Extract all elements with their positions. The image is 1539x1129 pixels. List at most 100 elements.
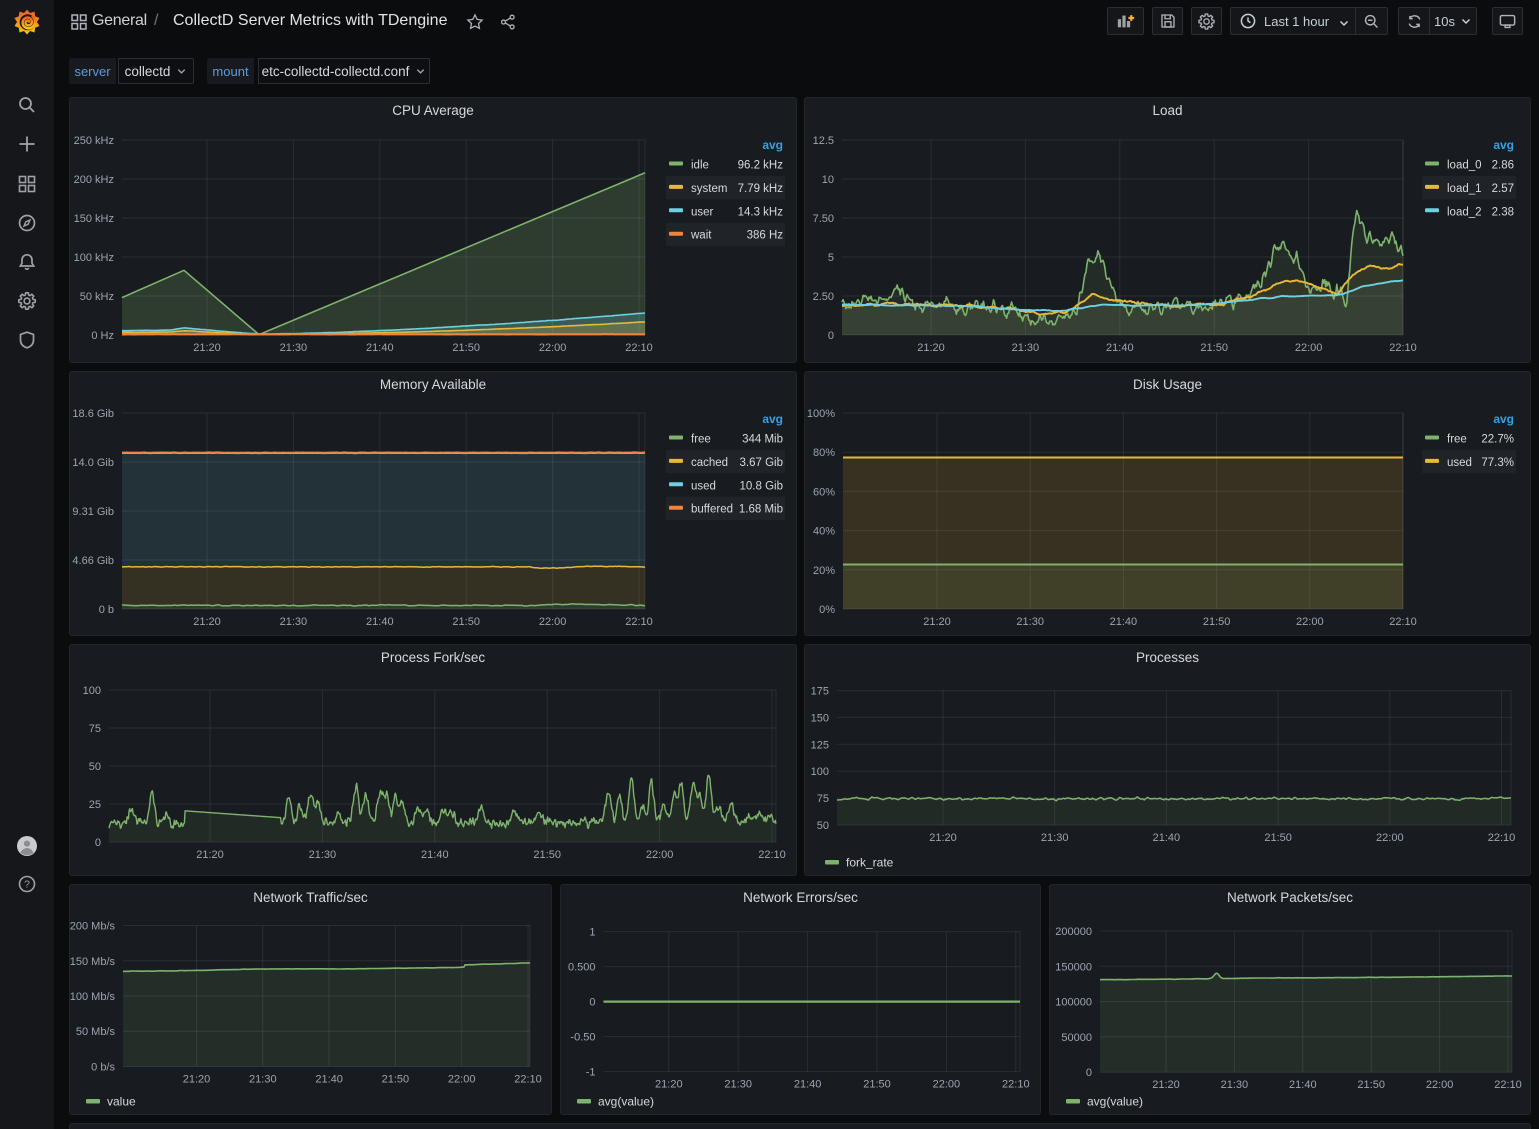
svg-text:21:50: 21:50 (382, 1074, 410, 1086)
svg-text:buffered: buffered (691, 504, 733, 516)
svg-text:0%: 0% (819, 604, 835, 616)
svg-text:200 kHz: 200 kHz (74, 174, 114, 186)
svg-text:cached: cached (691, 457, 728, 469)
svg-text:18.6 Gib: 18.6 Gib (72, 408, 114, 420)
svg-text:21:40: 21:40 (366, 342, 394, 354)
svg-text:avg: avg (1493, 412, 1514, 426)
svg-text:load_2: load_2 (1447, 206, 1482, 218)
svg-text:21:40: 21:40 (1153, 832, 1181, 844)
svg-text:0: 0 (95, 837, 101, 849)
svg-text:22:00: 22:00 (448, 1074, 476, 1086)
svg-text:50 kHz: 50 kHz (80, 291, 114, 303)
svg-text:21:30: 21:30 (309, 849, 337, 861)
svg-text:21:40: 21:40 (315, 1074, 343, 1086)
svg-text:22:10: 22:10 (1389, 342, 1417, 354)
svg-text:22:10: 22:10 (1002, 1079, 1030, 1091)
svg-text:21:50: 21:50 (1200, 342, 1228, 354)
svg-text:21:50: 21:50 (1357, 1079, 1385, 1091)
svg-text:75: 75 (817, 793, 829, 805)
svg-text:100000: 100000 (1055, 997, 1092, 1009)
svg-text:21:40: 21:40 (366, 616, 394, 628)
svg-text:96.2 kHz: 96.2 kHz (738, 160, 784, 172)
svg-text:2.50: 2.50 (813, 291, 834, 303)
svg-text:14.3 kHz: 14.3 kHz (738, 206, 784, 218)
svg-text:100: 100 (811, 766, 829, 778)
svg-text:5: 5 (828, 252, 834, 264)
svg-text:200 Mb/s: 200 Mb/s (70, 921, 115, 933)
svg-text:100 kHz: 100 kHz (74, 252, 114, 264)
svg-text:22:00: 22:00 (539, 342, 567, 354)
svg-text:100%: 100% (807, 408, 835, 420)
svg-text:22.7%: 22.7% (1481, 434, 1514, 446)
svg-text:avg: avg (762, 138, 783, 152)
svg-text:50000: 50000 (1061, 1032, 1092, 1044)
svg-text:22:00: 22:00 (1295, 342, 1323, 354)
svg-text:50: 50 (89, 761, 101, 773)
svg-text:21:50: 21:50 (863, 1079, 891, 1091)
svg-text:wait: wait (690, 230, 712, 242)
svg-text:150 Mb/s: 150 Mb/s (70, 956, 115, 968)
svg-text:175: 175 (811, 686, 829, 698)
svg-text:21:30: 21:30 (280, 342, 308, 354)
svg-text:125: 125 (811, 739, 829, 751)
svg-text:21:20: 21:20 (183, 1074, 211, 1086)
svg-text:22:00: 22:00 (933, 1079, 961, 1091)
svg-text:12.5: 12.5 (813, 135, 834, 147)
svg-text:21:40: 21:40 (1106, 342, 1134, 354)
svg-text:0: 0 (589, 997, 595, 1009)
svg-text:344 Mib: 344 Mib (742, 434, 783, 446)
svg-text:2.38: 2.38 (1492, 206, 1514, 218)
svg-text:21:30: 21:30 (724, 1079, 752, 1091)
svg-text:0: 0 (828, 330, 834, 342)
svg-text:1.68 Mib: 1.68 Mib (739, 504, 783, 516)
svg-text:0: 0 (1086, 1067, 1092, 1079)
svg-text:22:00: 22:00 (539, 616, 567, 628)
svg-text:40%: 40% (813, 526, 835, 538)
svg-text:77.3%: 77.3% (1481, 457, 1514, 469)
svg-text:avg(value): avg(value) (1087, 1095, 1143, 1109)
svg-text:250 kHz: 250 kHz (74, 135, 114, 147)
svg-text:22:00: 22:00 (646, 849, 674, 861)
svg-text:3.67 Gib: 3.67 Gib (740, 457, 783, 469)
svg-text:20%: 20% (813, 565, 835, 577)
svg-text:21:50: 21:50 (452, 616, 480, 628)
svg-text:21:20: 21:20 (196, 849, 224, 861)
svg-text:100 Mb/s: 100 Mb/s (70, 991, 115, 1003)
svg-text:21:50: 21:50 (1203, 616, 1231, 628)
svg-text:21:50: 21:50 (1264, 832, 1292, 844)
svg-text:22:10: 22:10 (1389, 616, 1417, 628)
svg-text:2.57: 2.57 (1492, 183, 1514, 195)
svg-text:7.50: 7.50 (813, 213, 834, 225)
svg-text:avg: avg (1493, 138, 1514, 152)
svg-text:21:20: 21:20 (193, 342, 221, 354)
svg-text:7.79 kHz: 7.79 kHz (738, 183, 784, 195)
svg-text:21:30: 21:30 (280, 616, 308, 628)
svg-text:21:20: 21:20 (193, 616, 221, 628)
svg-text:25: 25 (89, 799, 101, 811)
svg-text:21:40: 21:40 (421, 849, 449, 861)
svg-text:2.86: 2.86 (1492, 160, 1514, 172)
svg-text:9.31 Gib: 9.31 Gib (72, 506, 114, 518)
svg-text:21:30: 21:30 (249, 1074, 277, 1086)
svg-text:150 kHz: 150 kHz (74, 213, 114, 225)
svg-text:0 Hz: 0 Hz (91, 330, 114, 342)
svg-text:14.0 Gib: 14.0 Gib (72, 457, 114, 469)
svg-text:21:50: 21:50 (533, 849, 561, 861)
svg-text:200000: 200000 (1055, 926, 1092, 938)
svg-text:22:10: 22:10 (1488, 832, 1516, 844)
svg-text:load_1: load_1 (1447, 183, 1482, 195)
svg-text:60%: 60% (813, 486, 835, 498)
svg-text:21:20: 21:20 (655, 1079, 683, 1091)
svg-text:value: value (107, 1095, 136, 1109)
svg-text:free: free (691, 434, 711, 446)
svg-text:22:10: 22:10 (514, 1074, 542, 1086)
svg-text:?: ? (24, 879, 30, 891)
svg-text:10: 10 (822, 174, 834, 186)
svg-text:21:20: 21:20 (1152, 1079, 1180, 1091)
svg-text:1: 1 (589, 927, 595, 939)
svg-text:75: 75 (89, 723, 101, 735)
svg-text:21:40: 21:40 (1289, 1079, 1317, 1091)
svg-text:100: 100 (83, 685, 101, 697)
svg-text:load_0: load_0 (1447, 160, 1482, 172)
svg-text:0 b: 0 b (99, 604, 114, 616)
